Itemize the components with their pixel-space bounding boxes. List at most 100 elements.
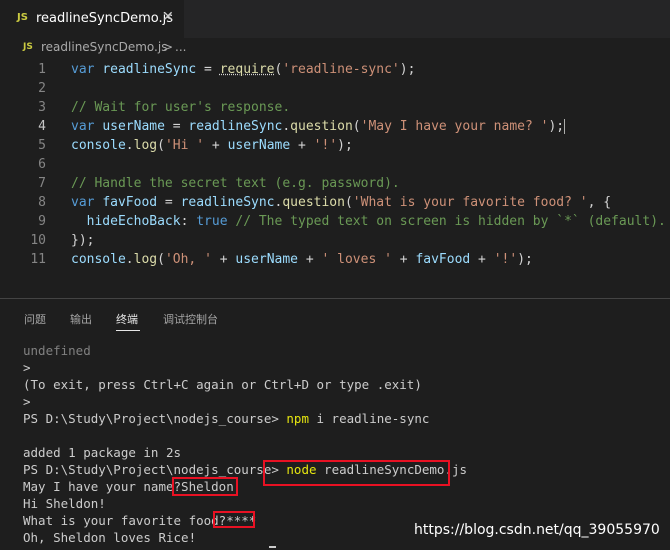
line-number: 5 bbox=[38, 138, 46, 153]
code-line[interactable]: 11 console.log('Oh, ' + userName + ' love… bbox=[0, 250, 670, 269]
code-editor[interactable]: 1 var readlineSync = require('readline-sy… bbox=[0, 58, 670, 278]
code-line[interactable]: 9 hideEchoBack: true // The typed text o… bbox=[0, 212, 670, 231]
terminal-line: Oh, Sheldon loves Rice! bbox=[23, 530, 197, 545]
terminal-line: > bbox=[23, 360, 31, 375]
code-line[interactable]: 10}); bbox=[0, 231, 670, 250]
code-token: }); bbox=[71, 233, 95, 248]
code-token: question bbox=[282, 195, 345, 210]
code-line[interactable]: 4 var userName = readlineSync.question('M… bbox=[0, 117, 670, 136]
code-line[interactable]: 2 bbox=[0, 79, 670, 98]
code-token: , { bbox=[587, 195, 612, 210]
code-token: console bbox=[71, 138, 126, 153]
code-token: favFood bbox=[415, 252, 471, 267]
editor-tab-readlineSyncDemo[interactable]: JS readlineSyncDemo.js ✕ bbox=[0, 0, 184, 38]
code-token: ( bbox=[157, 252, 165, 267]
code-token: ( bbox=[352, 119, 361, 134]
code-text: // Wait for user's response. bbox=[71, 98, 290, 117]
breadcrumb: JS readlineSyncDemo.js > ... bbox=[0, 38, 670, 58]
code-token: console bbox=[71, 252, 126, 267]
code-line[interactable]: 3 // Wait for user's response. bbox=[0, 98, 670, 117]
prompt-question: May I have your name? bbox=[23, 479, 182, 494]
ps-prompt: PS D:\Study\Project\nodejs_course> bbox=[23, 462, 279, 477]
code-token: // The typed text on screen is hidden by… bbox=[235, 214, 666, 229]
line-number: 9 bbox=[38, 214, 46, 229]
code-text: var userName = readlineSync.question('Ma… bbox=[71, 117, 566, 136]
code-token: readlineSync bbox=[102, 62, 197, 77]
code-token: = bbox=[196, 62, 220, 77]
tab-output[interactable]: 输出 bbox=[70, 311, 92, 327]
code-text: console.log('Hi ' + userName + '!'); bbox=[71, 136, 353, 155]
breadcrumb-file[interactable]: readlineSyncDemo.js bbox=[41, 40, 167, 54]
code-token: var bbox=[71, 119, 103, 134]
code-text: var readlineSync = require('readline-syn… bbox=[71, 60, 415, 79]
tab-problems[interactable]: 问题 bbox=[24, 311, 46, 327]
code-text: console.log('Oh, ' + userName + ' loves … bbox=[71, 250, 533, 269]
code-token: . bbox=[282, 119, 291, 134]
code-line[interactable]: 5 console.log('Hi ' + userName + '!'); bbox=[0, 136, 670, 155]
code-token: + bbox=[298, 252, 322, 267]
terminal-line: added 1 package in 2s bbox=[23, 445, 182, 460]
code-token: true bbox=[196, 214, 228, 229]
code-line[interactable]: 6 bbox=[0, 155, 670, 174]
code-token: readlineSync bbox=[188, 119, 283, 134]
code-token: 'May I have your name? ' bbox=[360, 119, 549, 134]
code-token: : bbox=[180, 214, 197, 229]
breadcrumb-symbols[interactable]: ... bbox=[175, 40, 186, 54]
panel-divider bbox=[0, 298, 670, 299]
code-token: var bbox=[71, 62, 103, 77]
close-icon[interactable]: ✕ bbox=[160, 9, 176, 25]
code-token: ( bbox=[344, 195, 353, 210]
terminal-line: undefined bbox=[23, 343, 91, 358]
code-token: // Wait for user's response. bbox=[71, 100, 291, 115]
code-text: // Handle the secret text (e.g. password… bbox=[71, 174, 400, 193]
line-number: 3 bbox=[38, 100, 46, 115]
highlight-box-name-answer bbox=[172, 477, 238, 496]
javascript-file-icon: JS bbox=[23, 42, 33, 52]
terminal-line: (To exit, press Ctrl+C again or Ctrl+D o… bbox=[23, 377, 422, 392]
line-number: 2 bbox=[38, 81, 46, 96]
chevron-right-icon: > bbox=[163, 40, 174, 54]
javascript-file-icon: JS bbox=[17, 12, 28, 23]
code-token: = bbox=[157, 195, 181, 210]
highlight-box-food-answer bbox=[213, 511, 255, 528]
code-token: log bbox=[133, 138, 158, 153]
watermark: https://blog.csdn.net/qq_39055970 bbox=[414, 522, 660, 538]
code-text: var favFood = readlineSync.question('Wha… bbox=[71, 193, 611, 212]
code-token: + bbox=[391, 252, 416, 267]
code-token: 'What is your favorite food? ' bbox=[352, 195, 588, 210]
line-number: 4 bbox=[38, 119, 46, 134]
code-token: hideEchoBack bbox=[86, 214, 181, 229]
code-token: '!' bbox=[313, 138, 338, 153]
code-token: require bbox=[219, 62, 275, 77]
code-token: = bbox=[164, 119, 189, 134]
line-number: 6 bbox=[38, 157, 46, 172]
terminal-line: > bbox=[23, 394, 31, 409]
code-token: '!' bbox=[493, 252, 518, 267]
line-number: 7 bbox=[38, 176, 46, 191]
tab-terminal[interactable]: 终端 bbox=[116, 311, 138, 327]
code-line[interactable]: 7 // Handle the secret text (e.g. passwor… bbox=[0, 174, 670, 193]
code-token: 'Oh, ' bbox=[164, 252, 212, 267]
line-number: 1 bbox=[38, 62, 46, 77]
code-text: hideEchoBack: true // The typed text on … bbox=[71, 212, 666, 231]
code-token: ); bbox=[548, 119, 565, 134]
code-token: + bbox=[470, 252, 494, 267]
code-token: 'Hi ' bbox=[164, 138, 205, 153]
active-tab-indicator bbox=[116, 330, 140, 331]
code-token: ); bbox=[517, 252, 533, 267]
code-line[interactable]: 8 var favFood = readlineSync.question('Wh… bbox=[0, 193, 670, 212]
code-token: userName bbox=[227, 138, 291, 153]
code-token: + bbox=[204, 138, 228, 153]
code-token: ); bbox=[399, 62, 416, 77]
code-token: ); bbox=[337, 138, 353, 153]
line-number: 11 bbox=[30, 252, 46, 267]
code-token: var bbox=[71, 195, 103, 210]
code-token: ( bbox=[157, 138, 165, 153]
code-line[interactable]: 1 var readlineSync = require('readline-sy… bbox=[0, 60, 670, 79]
tab-debug-console[interactable]: 调试控制台 bbox=[163, 311, 218, 327]
prompt-question: What is your favorite food? bbox=[23, 513, 227, 528]
code-text: }); bbox=[71, 231, 94, 250]
code-token: readlineSync bbox=[180, 195, 275, 210]
code-token: + bbox=[211, 252, 236, 267]
